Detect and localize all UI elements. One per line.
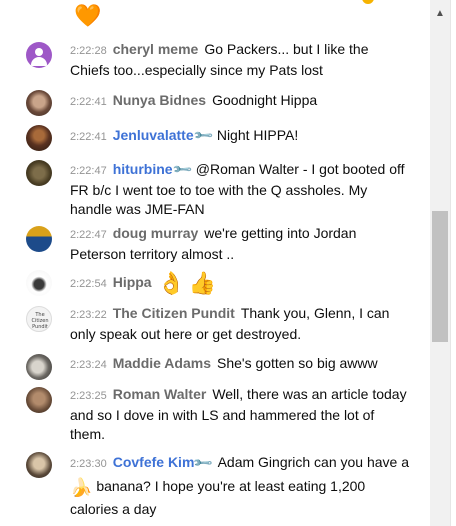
avatar[interactable] <box>26 226 52 252</box>
chat-message-list[interactable]: 🧡 2:22:28 cheryl meme Go Packers... but I … <box>0 0 430 526</box>
scrollbar-thumb[interactable] <box>432 211 448 342</box>
author-name[interactable]: Maddie Adams <box>113 355 211 371</box>
heart-arrow-emoji-icon: 🧡 <box>74 3 102 28</box>
author-name[interactable]: Nunya Bidnes <box>113 92 206 108</box>
message-text: Night HIPPA! <box>216 127 299 143</box>
author-name[interactable]: hiturbine <box>113 161 173 177</box>
avatar[interactable] <box>26 452 52 478</box>
timestamp: 2:22:47 <box>70 229 107 241</box>
message-text: Adam Gingrich can you have a <box>217 454 410 470</box>
timestamp: 2:23:22 <box>70 309 107 321</box>
author-name[interactable]: Roman Walter <box>113 386 207 402</box>
message-text: She's gotten so big awww <box>216 355 378 371</box>
thumbs-up-emoji-icon: 👍 <box>188 270 217 296</box>
timestamp: 2:22:41 <box>70 96 107 108</box>
message-text: Goodnight Hippa <box>212 92 318 108</box>
ok-hand-emoji-icon: 👌 <box>157 270 185 296</box>
author-name[interactable]: cheryl meme <box>113 41 199 57</box>
timestamp: 2:22:41 <box>70 131 107 143</box>
avatar[interactable] <box>26 90 52 116</box>
avatar[interactable] <box>26 387 52 413</box>
wrench-icon: 🔧 <box>191 124 214 147</box>
timestamp: 2:22:47 <box>70 165 107 177</box>
scroll-up-arrow-icon[interactable]: ▲ <box>430 0 450 26</box>
avatar[interactable] <box>26 42 52 68</box>
avatar[interactable] <box>26 160 52 186</box>
avatar[interactable]: The Citizen Pundit <box>26 306 52 332</box>
timestamp: 2:22:54 <box>70 278 107 290</box>
avatar[interactable] <box>26 125 52 151</box>
author-name[interactable]: Hippa <box>113 274 152 290</box>
citizen-pundit-logo: The Citizen Pundit <box>31 312 49 330</box>
scrollbar[interactable]: ▲ <box>430 0 450 526</box>
avatar[interactable] <box>26 270 52 296</box>
banana-emoji-icon: 🍌 <box>70 477 93 498</box>
author-name[interactable]: Jenluvalatte <box>113 127 194 143</box>
timestamp: 2:23:25 <box>70 390 107 402</box>
author-name[interactable]: doug murray <box>113 225 199 241</box>
window-edge <box>450 0 456 526</box>
message-text: banana? I hope you're at least eating 1,… <box>70 478 366 518</box>
author-name[interactable]: Covfefe Kim <box>113 454 195 470</box>
timestamp: 2:23:30 <box>70 458 107 470</box>
timestamp: 2:22:28 <box>70 45 107 57</box>
author-name[interactable]: The Citizen Pundit <box>113 305 235 321</box>
person-icon <box>35 48 43 56</box>
avatar[interactable] <box>26 354 52 380</box>
partial-emoji-icon <box>362 0 374 4</box>
timestamp: 2:23:24 <box>70 359 107 371</box>
